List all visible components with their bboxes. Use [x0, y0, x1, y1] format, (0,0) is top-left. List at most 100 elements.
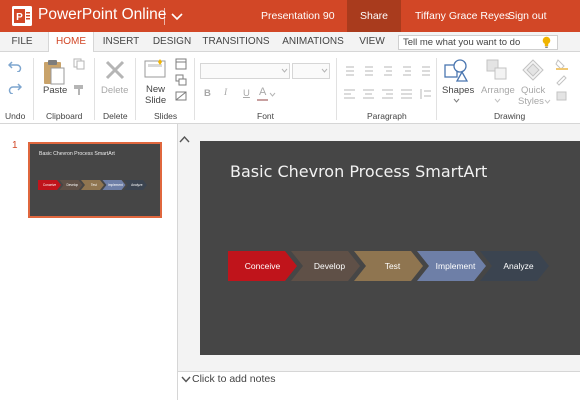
slide-canvas[interactable]: Basic Chevron Process SmartArt Conceive D… [200, 141, 580, 355]
undo-group-label: Undo [5, 111, 26, 121]
chevron-down-icon[interactable] [544, 99, 551, 104]
paste-button[interactable]: Paste [43, 85, 67, 96]
font-color-button[interactable]: A [259, 86, 266, 98]
new-slide-label-line1[interactable]: New [146, 84, 165, 95]
font-family-select[interactable] [200, 63, 290, 79]
paragraph-group-label: Paragraph [367, 111, 407, 121]
chevron-down-icon[interactable] [181, 376, 191, 383]
quick-styles-label-line1[interactable]: Quick [521, 85, 545, 96]
copy-icon[interactable] [73, 58, 85, 70]
share-button[interactable]: Share [347, 0, 401, 32]
tab-file[interactable]: FILE [6, 32, 38, 52]
group-divider [194, 58, 195, 120]
undo-icon[interactable] [8, 60, 22, 72]
font-color-swatch [257, 99, 268, 101]
thumb-step-develop[interactable]: Develop [59, 180, 83, 190]
layout-icon[interactable] [175, 58, 187, 70]
slide-step-test[interactable]: Test [354, 251, 423, 281]
new-slide-label-line2[interactable]: Slide [145, 95, 166, 106]
scroll-up-icon[interactable] [179, 135, 190, 144]
chevron-down-icon [321, 68, 328, 73]
ribbon: Undo Paste Clipboard Delete Delete New S… [0, 52, 580, 124]
powerpoint-logo-icon[interactable]: P [11, 5, 33, 27]
slide-chevron-label: Develop [314, 261, 345, 271]
lightbulb-icon[interactable] [541, 36, 552, 49]
slide-title[interactable]: Basic Chevron Process SmartArt [230, 162, 487, 181]
delete-icon[interactable] [103, 58, 127, 82]
chevron-down-icon[interactable] [170, 8, 184, 24]
alignment-buttons-icon[interactable] [343, 88, 433, 100]
new-slide-icon[interactable] [143, 58, 167, 80]
document-name[interactable]: Presentation 90 [261, 10, 335, 22]
group-divider [135, 58, 136, 120]
thumb-chevron-label: Implement [108, 183, 123, 187]
title-bar: P PowerPoint Online Presentation 90 Shar… [0, 0, 580, 32]
slide-thumbnail[interactable]: Basic Chevron Process SmartArt Conceive D… [28, 142, 162, 218]
drawing-group-label: Drawing [494, 111, 526, 121]
title-separator [164, 8, 165, 25]
hide-slide-icon[interactable] [175, 90, 187, 102]
chevron-down-icon[interactable] [269, 92, 276, 97]
redo-icon[interactable] [8, 82, 22, 94]
tab-transitions[interactable]: TRANSITIONS [202, 32, 270, 52]
slide-chevron-label: Implement [436, 261, 476, 271]
user-name[interactable]: Tiffany Grace Reyes [415, 10, 510, 22]
tab-view[interactable]: VIEW [355, 32, 389, 52]
sign-out-link[interactable]: Sign out [508, 10, 547, 22]
chevron-down-icon[interactable] [494, 98, 501, 103]
slide-step-analyze[interactable]: Analyze [480, 251, 549, 281]
italic-button[interactable]: I [224, 88, 227, 98]
chevron-down-icon[interactable] [453, 98, 460, 103]
svg-text:P: P [16, 12, 23, 23]
slide-step-implement[interactable]: Implement [417, 251, 486, 281]
shape-fill-icon[interactable] [555, 58, 569, 70]
list-buttons-icon[interactable] [343, 65, 433, 77]
arrange-icon[interactable] [485, 58, 509, 82]
slides-group-label: Slides [154, 111, 178, 121]
slide-chevron-label: Test [385, 261, 401, 271]
slide-chevron-label: Conceive [245, 261, 281, 271]
slide-step-conceive[interactable]: Conceive [228, 251, 297, 281]
thumbnail-title: Basic Chevron Process SmartArt [39, 151, 115, 157]
thumb-chevron-label: Analyze [131, 183, 143, 187]
tab-animations[interactable]: ANIMATIONS [280, 32, 346, 52]
group-divider [33, 58, 34, 120]
thumb-chevron-label: Develop [66, 183, 78, 187]
chevron-process-smartart[interactable]: Conceive Develop Test Implement Analyze [228, 251, 558, 283]
bold-button[interactable]: B [204, 88, 211, 99]
slide-chevron-label: Analyze [503, 261, 534, 271]
thumb-step-implement[interactable]: Implement [102, 180, 126, 190]
group-divider [436, 58, 437, 120]
app-name[interactable]: PowerPoint Online [38, 6, 166, 24]
shape-effects-icon[interactable] [555, 90, 569, 102]
tab-design[interactable]: DESIGN [150, 32, 194, 52]
shape-outline-icon[interactable] [555, 74, 569, 86]
tell-me-input[interactable]: Tell me what you want to do [398, 35, 558, 50]
thumb-chevron-label: Test [91, 183, 97, 187]
quick-styles-label-line2[interactable]: Styles [518, 96, 544, 107]
shapes-icon[interactable] [443, 57, 469, 83]
notes-placeholder[interactable]: Click to add notes [192, 373, 275, 385]
ribbon-tabs: FILE HOME INSERT DESIGN TRANSITIONS ANIM… [0, 32, 580, 53]
underline-button[interactable]: U [243, 88, 250, 99]
chevron-down-icon [281, 68, 288, 73]
thumb-step-test[interactable]: Test [81, 180, 104, 190]
thumbnail-chevron-process: Conceive Develop Test Implement Analyze [38, 180, 147, 190]
shapes-button[interactable]: Shapes [442, 85, 474, 96]
format-painter-icon[interactable] [73, 84, 85, 96]
tab-home[interactable]: HOME [48, 32, 94, 53]
arrange-button[interactable]: Arrange [481, 85, 515, 96]
thumb-step-conceive[interactable]: Conceive [38, 180, 61, 190]
slide-number: 1 [12, 140, 18, 151]
delete-group-label: Delete [103, 111, 128, 121]
tab-insert[interactable]: INSERT [100, 32, 142, 52]
slide-step-develop[interactable]: Develop [291, 251, 360, 281]
group-divider [94, 58, 95, 120]
paste-icon[interactable] [42, 58, 66, 86]
thumb-step-analyze[interactable]: Analyze [124, 180, 147, 190]
quick-styles-icon[interactable] [521, 58, 545, 82]
group-divider [336, 58, 337, 120]
delete-button[interactable]: Delete [101, 85, 128, 96]
duplicate-slide-icon[interactable] [175, 74, 187, 86]
clipboard-group-label: Clipboard [46, 111, 83, 121]
